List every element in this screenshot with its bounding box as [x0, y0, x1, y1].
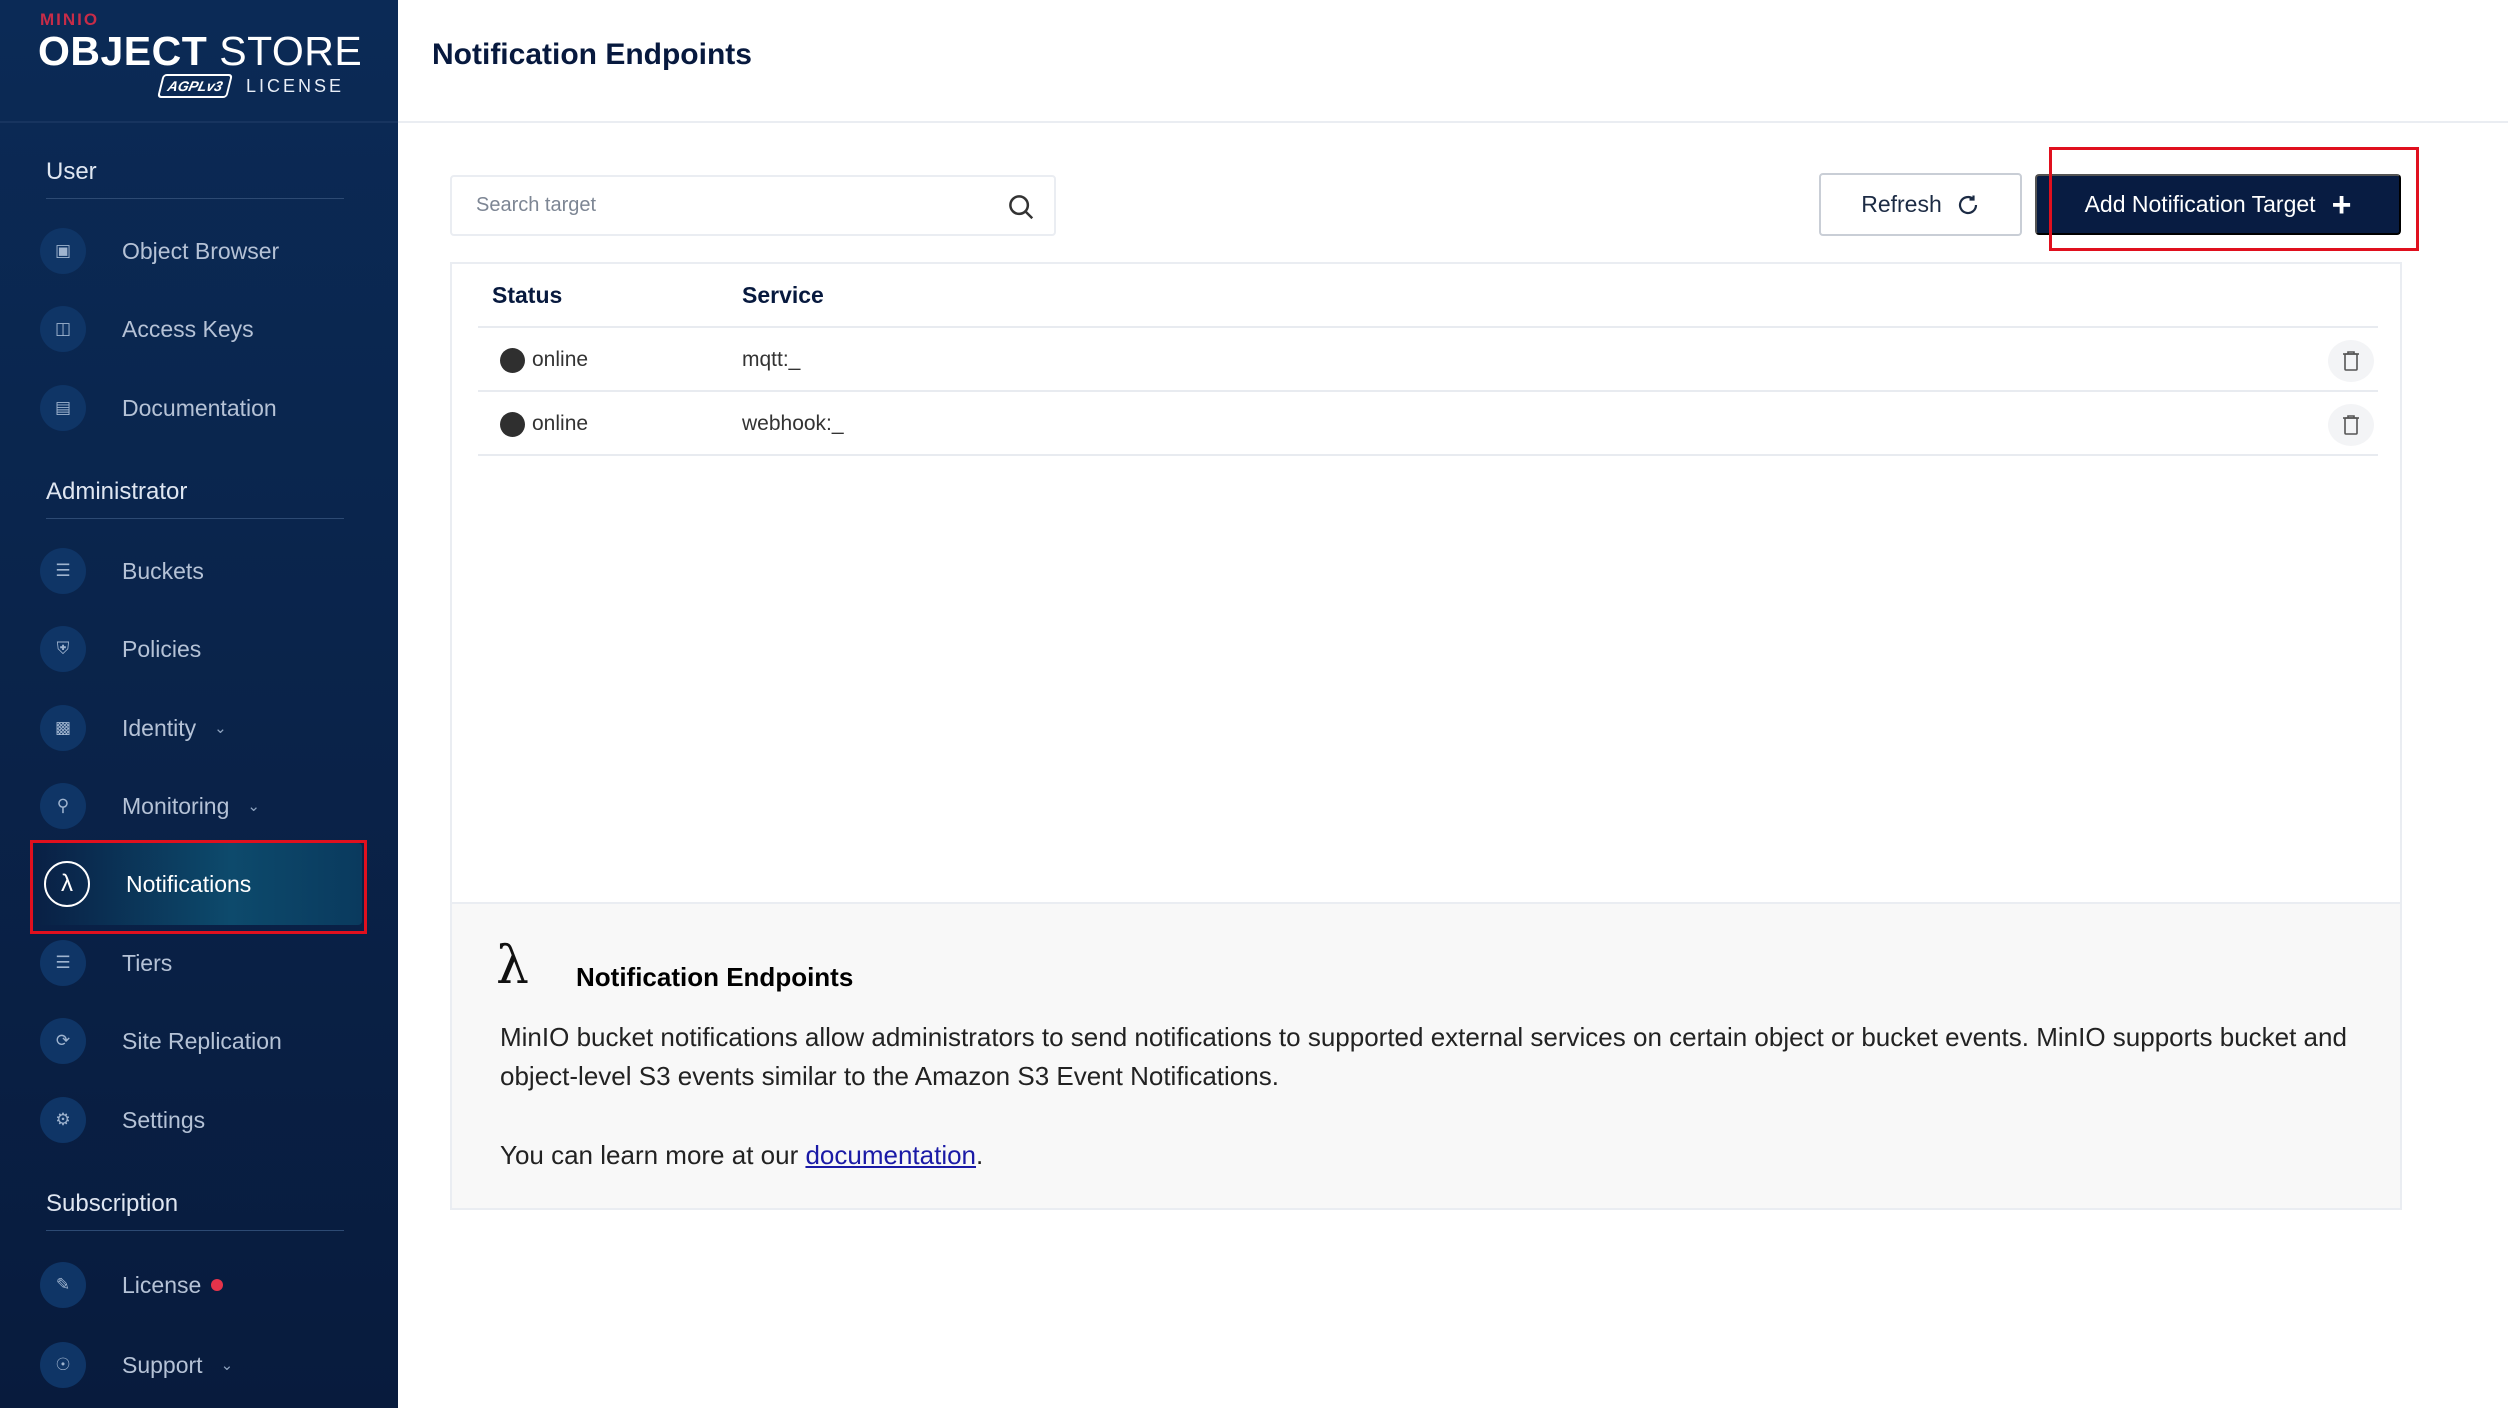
info-panel: λ Notification Endpoints MinIO bucket no… — [450, 902, 2402, 1210]
buckets-icon: ☰ — [40, 548, 86, 594]
monitoring-icon: ⚲ — [40, 783, 86, 829]
license-icon: ✎ — [40, 1262, 86, 1308]
logo-product-bold: OBJECT — [38, 28, 208, 74]
sidebar-item-settings[interactable]: ⚙ Settings — [40, 1089, 362, 1151]
sidebar-item-label: Policies — [122, 635, 202, 662]
add-button-label: Add Notification Target — [2084, 191, 2316, 217]
logo-minio-text: MINIO — [40, 10, 100, 29]
row-service: mqtt:_ — [742, 348, 801, 371]
section-title-user: User — [46, 158, 97, 185]
sidebar-item-label: Identity — [122, 714, 197, 741]
sidebar-item-support[interactable]: ☉ Support ⌄ — [40, 1334, 362, 1396]
column-header-service[interactable]: Service — [742, 282, 824, 309]
info-title: Notification Endpoints — [576, 962, 854, 992]
info-learn-more: You can learn more at our documentation. — [500, 1140, 983, 1171]
section-divider — [46, 518, 344, 519]
section-title-administrator: Administrator — [46, 478, 188, 505]
access-keys-icon: ◫ — [40, 306, 86, 352]
delete-button[interactable] — [2328, 340, 2374, 382]
support-icon: ☉ — [40, 1342, 86, 1388]
sidebar-item-monitoring[interactable]: ⚲ Monitoring ⌄ — [40, 775, 362, 837]
lambda-icon: λ — [44, 861, 90, 907]
sidebar-item-tiers[interactable]: ☰ Tiers — [40, 932, 362, 994]
sidebar-item-identity[interactable]: ▩ Identity ⌄ — [40, 697, 362, 759]
chevron-down-icon[interactable]: ⌄ — [247, 797, 260, 815]
settings-icon: ⚙ — [40, 1097, 86, 1143]
search-icon[interactable] — [1006, 192, 1036, 222]
tiers-icon: ☰ — [40, 940, 86, 986]
add-notification-target-button[interactable]: Add Notification Target + — [2035, 174, 2401, 235]
page-title: Notification Endpoints — [432, 38, 752, 71]
sidebar-item-label: Monitoring — [122, 792, 230, 819]
chevron-down-icon[interactable]: ⌄ — [221, 1356, 234, 1374]
license-alert-badge — [211, 1279, 224, 1291]
sidebar-item-label: Settings — [122, 1106, 206, 1133]
sidebar-item-license[interactable]: ✎ License — [40, 1254, 362, 1316]
sidebar-item-label: Tiers — [122, 949, 173, 976]
logo-product-thin: STORE — [219, 28, 363, 74]
trash-icon — [2343, 351, 2359, 371]
policies-icon: ⛨ — [40, 626, 86, 672]
row-divider — [478, 454, 2378, 456]
site-replication-icon: ⟳ — [40, 1018, 86, 1064]
sidebar-item-label: Notifications — [126, 870, 252, 897]
notification-targets-table: Status Service online mqtt:_ online webh… — [450, 262, 2402, 902]
minio-logo[interactable]: MINIO OBJECT STORE AGPLv3 LICENSE — [38, 10, 362, 110]
learn-more-prefix: You can learn more at our — [500, 1140, 806, 1170]
sidebar-item-access-keys[interactable]: ◫ Access Keys — [40, 298, 362, 360]
logo-divider — [0, 121, 398, 123]
column-header-status[interactable]: Status — [492, 282, 562, 309]
sidebar-item-label: Buckets — [122, 557, 204, 584]
section-divider — [46, 1230, 344, 1231]
section-divider — [46, 198, 344, 199]
table-row[interactable]: online webhook:_ — [478, 392, 2378, 454]
status-indicator-icon — [500, 412, 525, 437]
sidebar-item-policies[interactable]: ⛨ Policies — [40, 618, 362, 680]
sidebar-item-label: Documentation — [122, 394, 277, 421]
delete-button[interactable] — [2328, 404, 2374, 446]
status-indicator-icon — [500, 348, 525, 373]
sidebar-item-notifications[interactable]: λ Notifications — [34, 843, 362, 925]
sidebar-item-object-browser[interactable]: ▣ Object Browser — [40, 220, 362, 282]
table-row[interactable]: online mqtt:_ — [478, 328, 2378, 390]
sidebar-item-label: Site Replication — [122, 1027, 282, 1054]
sidebar-item-buckets[interactable]: ☰ Buckets — [40, 540, 362, 602]
learn-more-suffix: . — [976, 1140, 984, 1170]
info-description: MinIO bucket notifications allow adminis… — [500, 1022, 2347, 1091]
row-status: online — [532, 412, 589, 435]
search-input[interactable] — [476, 177, 996, 234]
lambda-icon: λ — [496, 936, 529, 996]
row-status: online — [532, 348, 589, 371]
sidebar: MINIO OBJECT STORE AGPLv3 LICENSE User ▣… — [0, 0, 398, 1408]
section-title-subscription: Subscription — [46, 1190, 179, 1217]
plus-icon: + — [2331, 185, 2352, 224]
trash-icon — [2343, 415, 2359, 435]
documentation-icon: ▤ — [40, 385, 86, 431]
sidebar-item-site-replication[interactable]: ⟳ Site Replication — [40, 1010, 362, 1072]
refresh-button[interactable]: Refresh — [1819, 173, 2022, 236]
sidebar-item-documentation[interactable]: ▤ Documentation — [40, 377, 362, 439]
logo-license-text: LICENSE — [246, 76, 345, 96]
sidebar-item-label: Object Browser — [122, 237, 280, 264]
chevron-down-icon[interactable]: ⌄ — [214, 719, 227, 737]
logo-product-name: OBJECT STORE — [38, 28, 362, 75]
sidebar-item-label: Access Keys — [122, 315, 254, 342]
sidebar-item-label: License — [122, 1271, 202, 1298]
refresh-icon — [1958, 195, 1977, 214]
object-browser-icon: ▣ — [40, 228, 86, 274]
search-box[interactable] — [450, 175, 1056, 236]
page-header: Notification Endpoints — [398, 0, 2508, 123]
row-service: webhook:_ — [742, 412, 844, 435]
identity-icon: ▩ — [40, 705, 86, 751]
documentation-link[interactable]: documentation — [805, 1140, 976, 1170]
refresh-button-label: Refresh — [1861, 191, 1942, 217]
sidebar-item-label: Support — [122, 1351, 203, 1378]
agpl-badge: AGPLv3 — [157, 74, 234, 98]
